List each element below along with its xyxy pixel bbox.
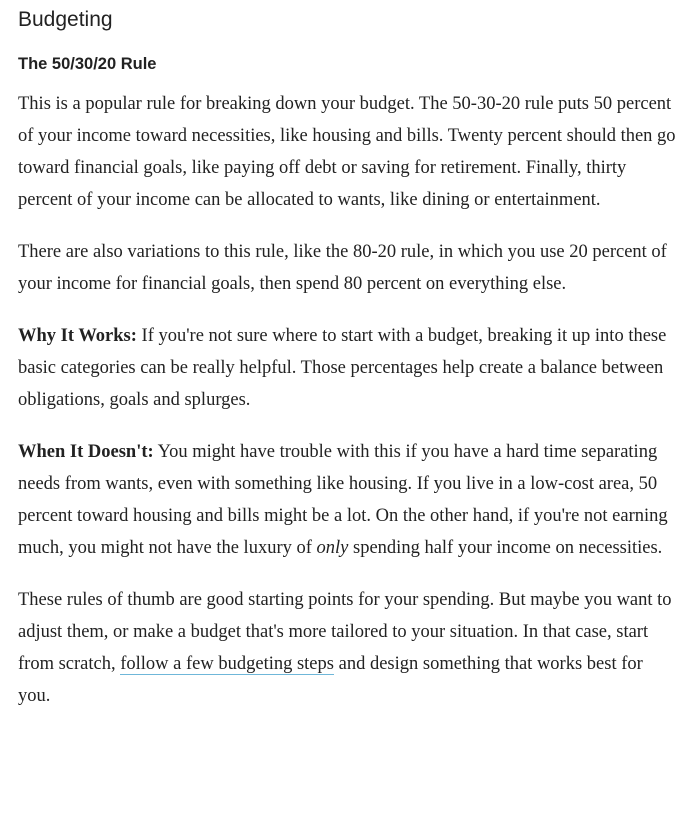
budgeting-steps-link[interactable]: follow a few budgeting steps: [120, 654, 334, 675]
when-it-doesnt-text-2: spending half your income on necessities…: [348, 538, 663, 558]
why-it-works-label: Why It Works:: [18, 326, 137, 346]
variations-paragraph: There are also variations to this rule, …: [18, 242, 667, 294]
when-it-doesnt-label: When It Doesn't:: [18, 442, 154, 462]
section-heading: Budgeting: [18, 8, 113, 31]
why-it-works-paragraph: Why It Works: If you're not sure where t…: [18, 320, 678, 416]
when-it-doesnt-paragraph: When It Doesn't: You might have trouble …: [18, 436, 678, 564]
closing-paragraph: These rules of thumb are good starting p…: [18, 584, 678, 712]
article-section: Budgeting The 50/30/20 Rule This is a po…: [0, 0, 699, 836]
section-subheading: The 50/30/20 Rule: [18, 55, 157, 73]
when-it-doesnt-emphasis: only: [316, 538, 349, 558]
intro-paragraph: This is a popular rule for breaking down…: [18, 94, 676, 210]
